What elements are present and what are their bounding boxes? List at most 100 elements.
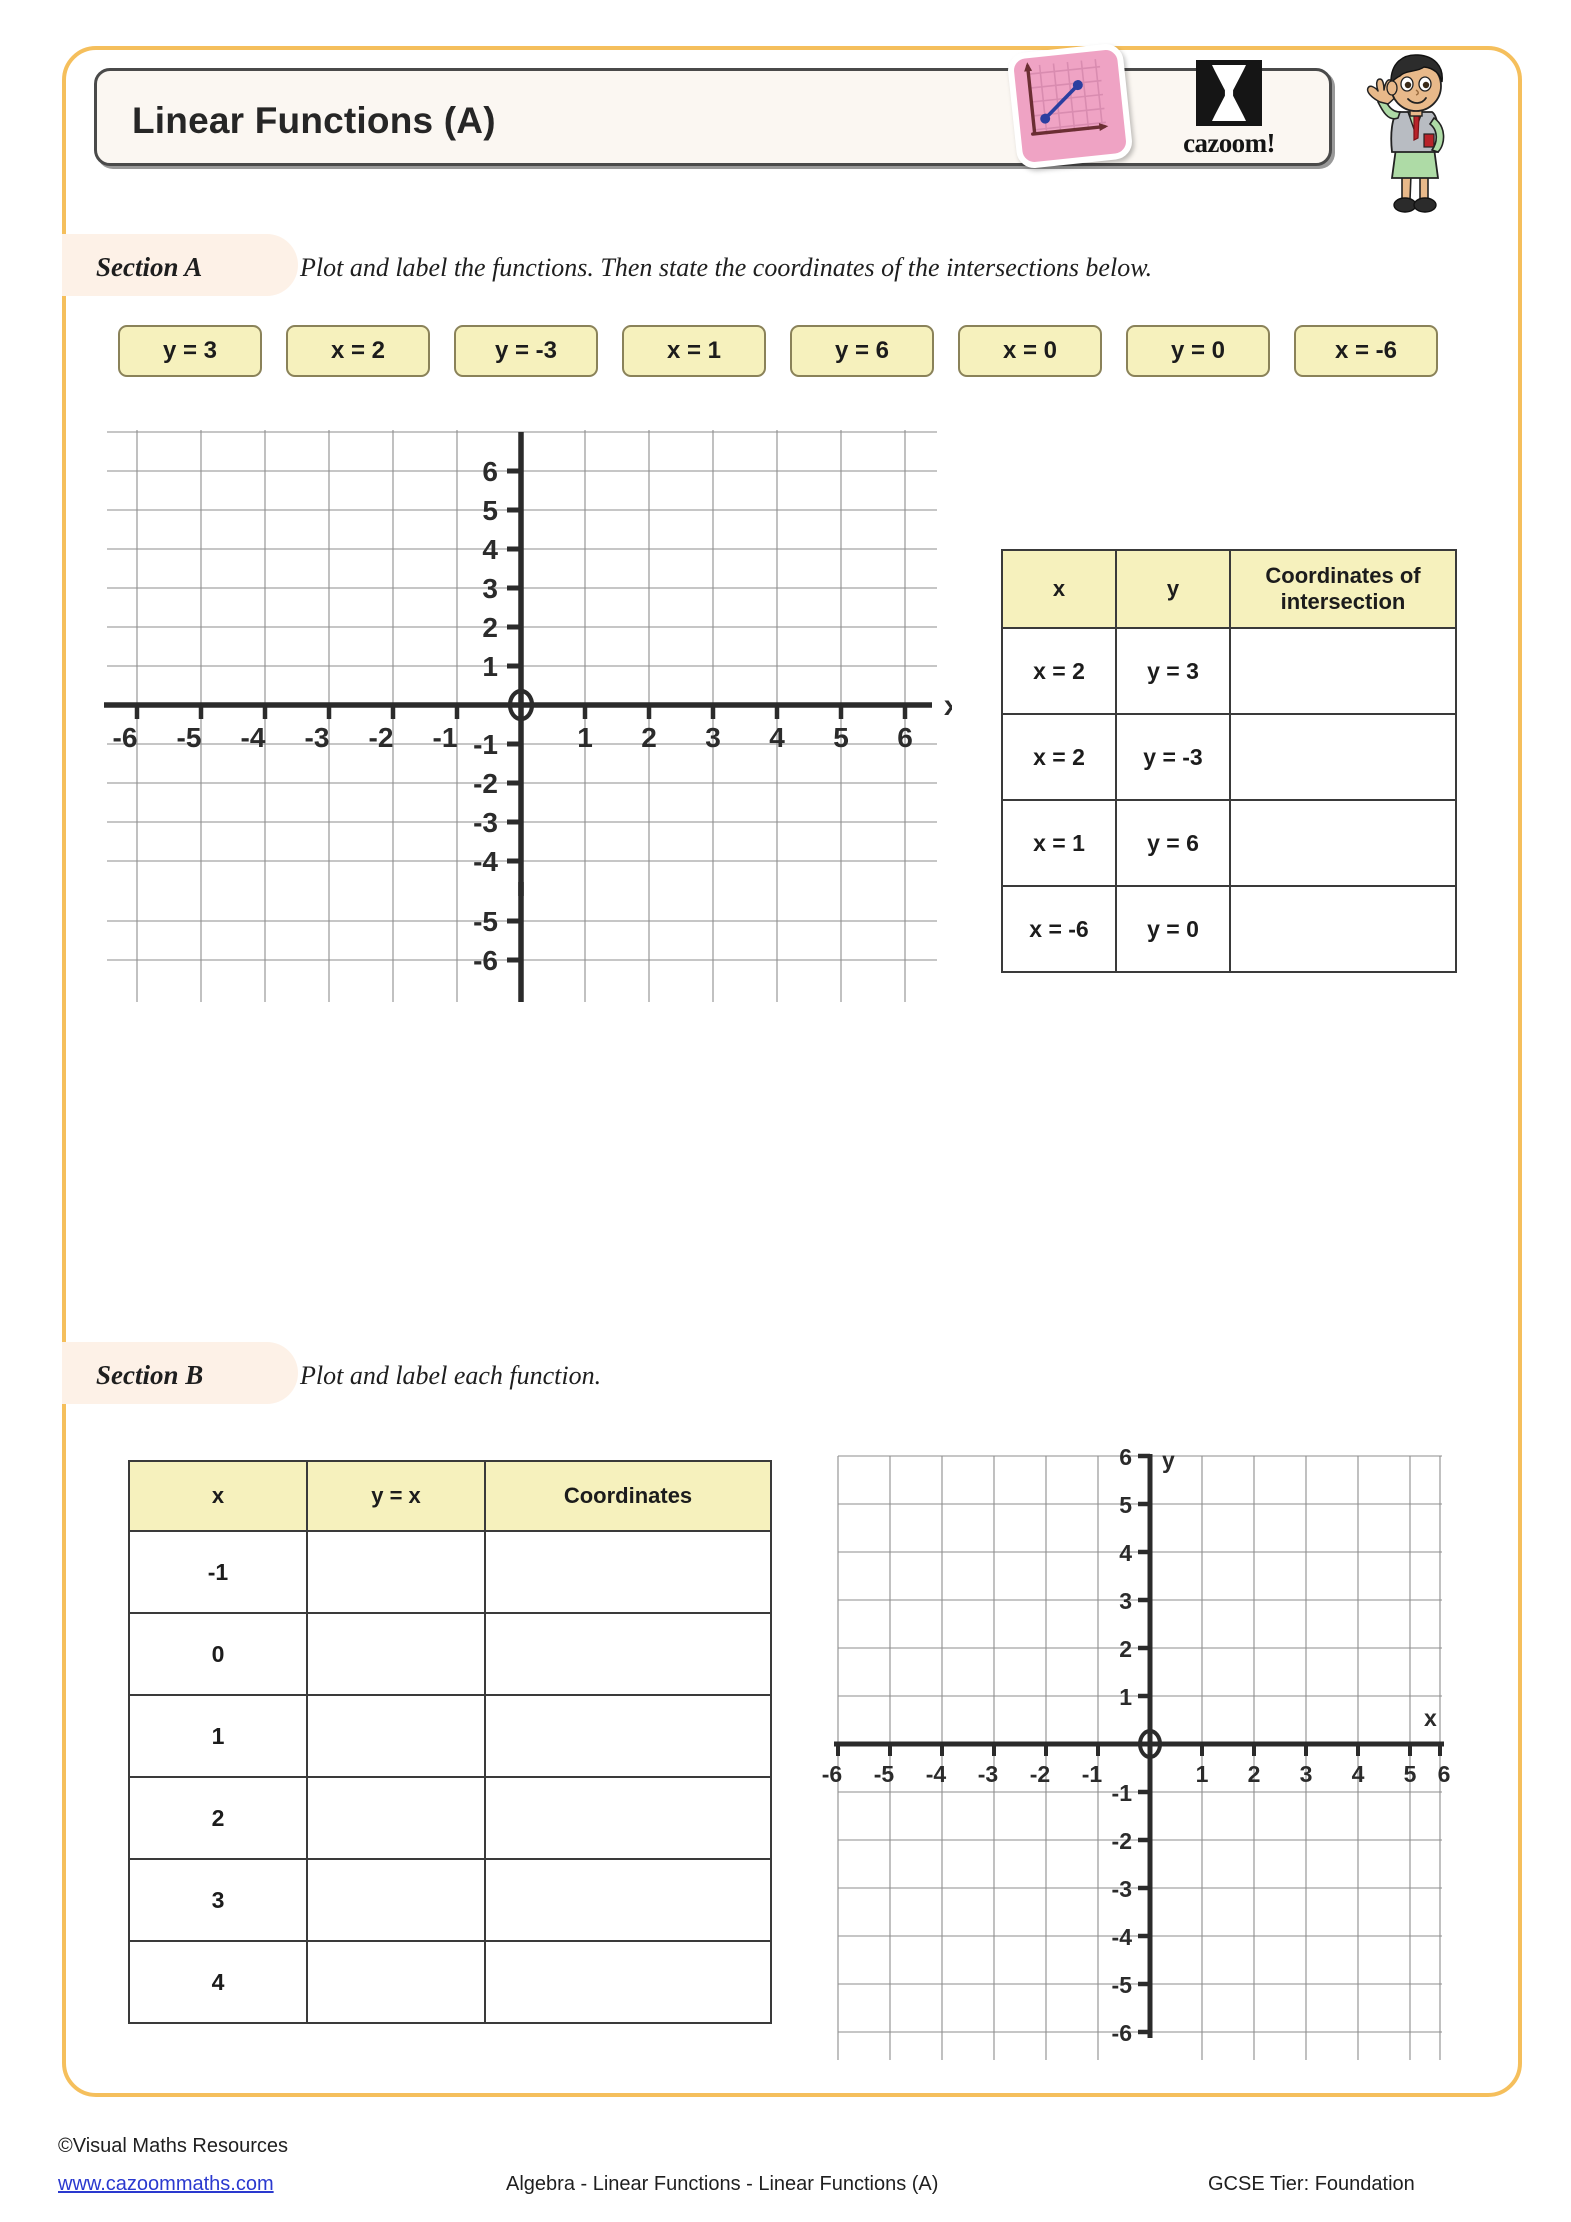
svg-text:3: 3 <box>1119 1588 1132 1614</box>
coordinate-grid-section-a[interactable]: y x -6 -5 -4 -3 -2 -1 1 2 3 4 5 6 6 5 4 … <box>92 430 952 900</box>
function-table: x y = x Coordinates -1 0 1 2 3 4 <box>128 1460 772 2024</box>
coordinate-grid-section-b[interactable]: y x -6 -5 -4 -3 -2 -1 1 2 3 4 5 6 6 5 4 … <box>820 1440 1460 2080</box>
col-header-coords: Coordinates of intersection <box>1229 549 1457 629</box>
function-chip-8[interactable]: x = -6 <box>1294 325 1438 377</box>
svg-text:5: 5 <box>1119 1492 1132 1518</box>
table-row: 4 <box>128 1940 772 2024</box>
cell-coords-answer[interactable] <box>1229 713 1457 801</box>
cell-coords-answer[interactable] <box>484 1858 772 1942</box>
svg-text:-4: -4 <box>473 846 498 877</box>
svg-text:-3: -3 <box>978 1761 998 1787</box>
function-chip-4[interactable]: x = 1 <box>622 325 766 377</box>
svg-text:6: 6 <box>482 456 498 487</box>
svg-text:-2: -2 <box>1030 1761 1050 1787</box>
svg-text:-2: -2 <box>369 722 394 753</box>
cell-x: x = 1 <box>1001 799 1117 887</box>
svg-text:3: 3 <box>1300 1761 1313 1787</box>
cell-coords-answer[interactable] <box>484 1694 772 1778</box>
intersection-table: x y Coordinates of intersection x = 2 y … <box>1001 549 1457 973</box>
cell-coords-answer[interactable] <box>484 1940 772 2024</box>
svg-text:6: 6 <box>1119 1444 1132 1470</box>
svg-text:1: 1 <box>1196 1761 1209 1787</box>
cell-y-answer[interactable] <box>306 1940 486 2024</box>
function-chip-2[interactable]: x = 2 <box>286 325 430 377</box>
table-row: 3 <box>128 1858 772 1942</box>
svg-text:-6: -6 <box>1112 2020 1132 2046</box>
cell-x: 0 <box>128 1612 308 1696</box>
svg-text:x: x <box>944 690 952 721</box>
cell-y: y = 6 <box>1115 799 1231 887</box>
section-a-label: Section A <box>96 252 203 282</box>
svg-text:2: 2 <box>482 612 498 643</box>
cell-coords-answer[interactable] <box>1229 627 1457 715</box>
page-footer: ©Visual Maths Resources www.cazoommaths.… <box>0 2135 1571 2215</box>
cell-x: -1 <box>128 1530 308 1614</box>
cell-y-answer[interactable] <box>306 1530 486 1614</box>
cell-y: y = 3 <box>1115 627 1231 715</box>
cell-x: x = -6 <box>1001 885 1117 973</box>
table-row: 2 <box>128 1776 772 1860</box>
footer-website-link[interactable]: www.cazoommaths.com <box>58 2173 274 2196</box>
cell-coords-answer[interactable] <box>484 1530 772 1614</box>
svg-text:2: 2 <box>1248 1761 1261 1787</box>
coordinate-grid-section-a-lower[interactable]: -5 -6 <box>92 882 952 1012</box>
svg-text:y: y <box>1162 1447 1175 1473</box>
svg-text:1: 1 <box>482 651 498 682</box>
svg-text:6: 6 <box>1438 1761 1451 1787</box>
function-chip-7[interactable]: y = 0 <box>1126 325 1270 377</box>
section-b-label: Section B <box>96 1360 204 1390</box>
footer-tier: GCSE Tier: Foundation <box>1208 2173 1415 2195</box>
svg-text:-6: -6 <box>822 1761 842 1787</box>
svg-text:-5: -5 <box>1112 1972 1133 1998</box>
svg-text:-5: -5 <box>177 722 202 753</box>
svg-text:1: 1 <box>577 722 593 753</box>
svg-text:-3: -3 <box>1112 1876 1132 1902</box>
table-row: x = 2 y = 3 <box>1001 627 1457 715</box>
svg-text:5: 5 <box>833 722 849 753</box>
table-row: x = 2 y = -3 <box>1001 713 1457 801</box>
svg-text:-1: -1 <box>473 729 498 760</box>
col-header-x: x <box>128 1460 308 1532</box>
svg-text:-1: -1 <box>1082 1761 1103 1787</box>
function-chip-1[interactable]: y = 3 <box>118 325 262 377</box>
table-header-row: x y = x Coordinates <box>128 1460 772 1532</box>
cell-y-answer[interactable] <box>306 1858 486 1942</box>
svg-text:4: 4 <box>1352 1761 1365 1787</box>
svg-text:2: 2 <box>1119 1636 1132 1662</box>
svg-text:-2: -2 <box>1112 1828 1132 1854</box>
worksheet-page: Linear Functions (A) cazoom! Section A P… <box>0 0 1571 2222</box>
student-mascot-illustration <box>1358 48 1470 216</box>
cell-coords-answer[interactable] <box>1229 799 1457 887</box>
svg-text:5: 5 <box>482 495 498 526</box>
svg-text:-2: -2 <box>473 768 498 799</box>
table-row: x = -6 y = 0 <box>1001 885 1457 973</box>
col-header-yx: y = x <box>306 1460 486 1532</box>
svg-text:2: 2 <box>641 722 657 753</box>
table-row: -1 <box>128 1530 772 1614</box>
svg-text:-5: -5 <box>473 906 498 937</box>
cell-x: 3 <box>128 1858 308 1942</box>
cell-y-answer[interactable] <box>306 1776 486 1860</box>
function-chip-3[interactable]: y = -3 <box>454 325 598 377</box>
function-chip-5[interactable]: y = 6 <box>790 325 934 377</box>
cell-coords-answer[interactable] <box>484 1776 772 1860</box>
cell-y-answer[interactable] <box>306 1694 486 1778</box>
cell-coords-answer[interactable] <box>1229 885 1457 973</box>
svg-text:-4: -4 <box>241 722 266 753</box>
svg-text:-4: -4 <box>1112 1924 1133 1950</box>
svg-text:-1: -1 <box>1112 1780 1133 1806</box>
function-chip-6[interactable]: x = 0 <box>958 325 1102 377</box>
cell-coords-answer[interactable] <box>484 1612 772 1696</box>
section-a-instruction: Plot and label the functions. Then state… <box>300 253 1153 282</box>
svg-text:3: 3 <box>705 722 721 753</box>
cell-y-answer[interactable] <box>306 1612 486 1696</box>
cell-x: 4 <box>128 1940 308 2024</box>
svg-text:4: 4 <box>769 722 785 753</box>
svg-text:3: 3 <box>482 573 498 604</box>
function-chip-row: y = 3 x = 2 y = -3 x = 1 y = 6 x = 0 y =… <box>118 325 1438 377</box>
cell-x: x = 2 <box>1001 713 1117 801</box>
col-header-y: y <box>1115 549 1231 629</box>
table-header-row: x y Coordinates of intersection <box>1001 549 1457 629</box>
svg-text:1: 1 <box>1119 1684 1132 1710</box>
col-header-x: x <box>1001 549 1117 629</box>
